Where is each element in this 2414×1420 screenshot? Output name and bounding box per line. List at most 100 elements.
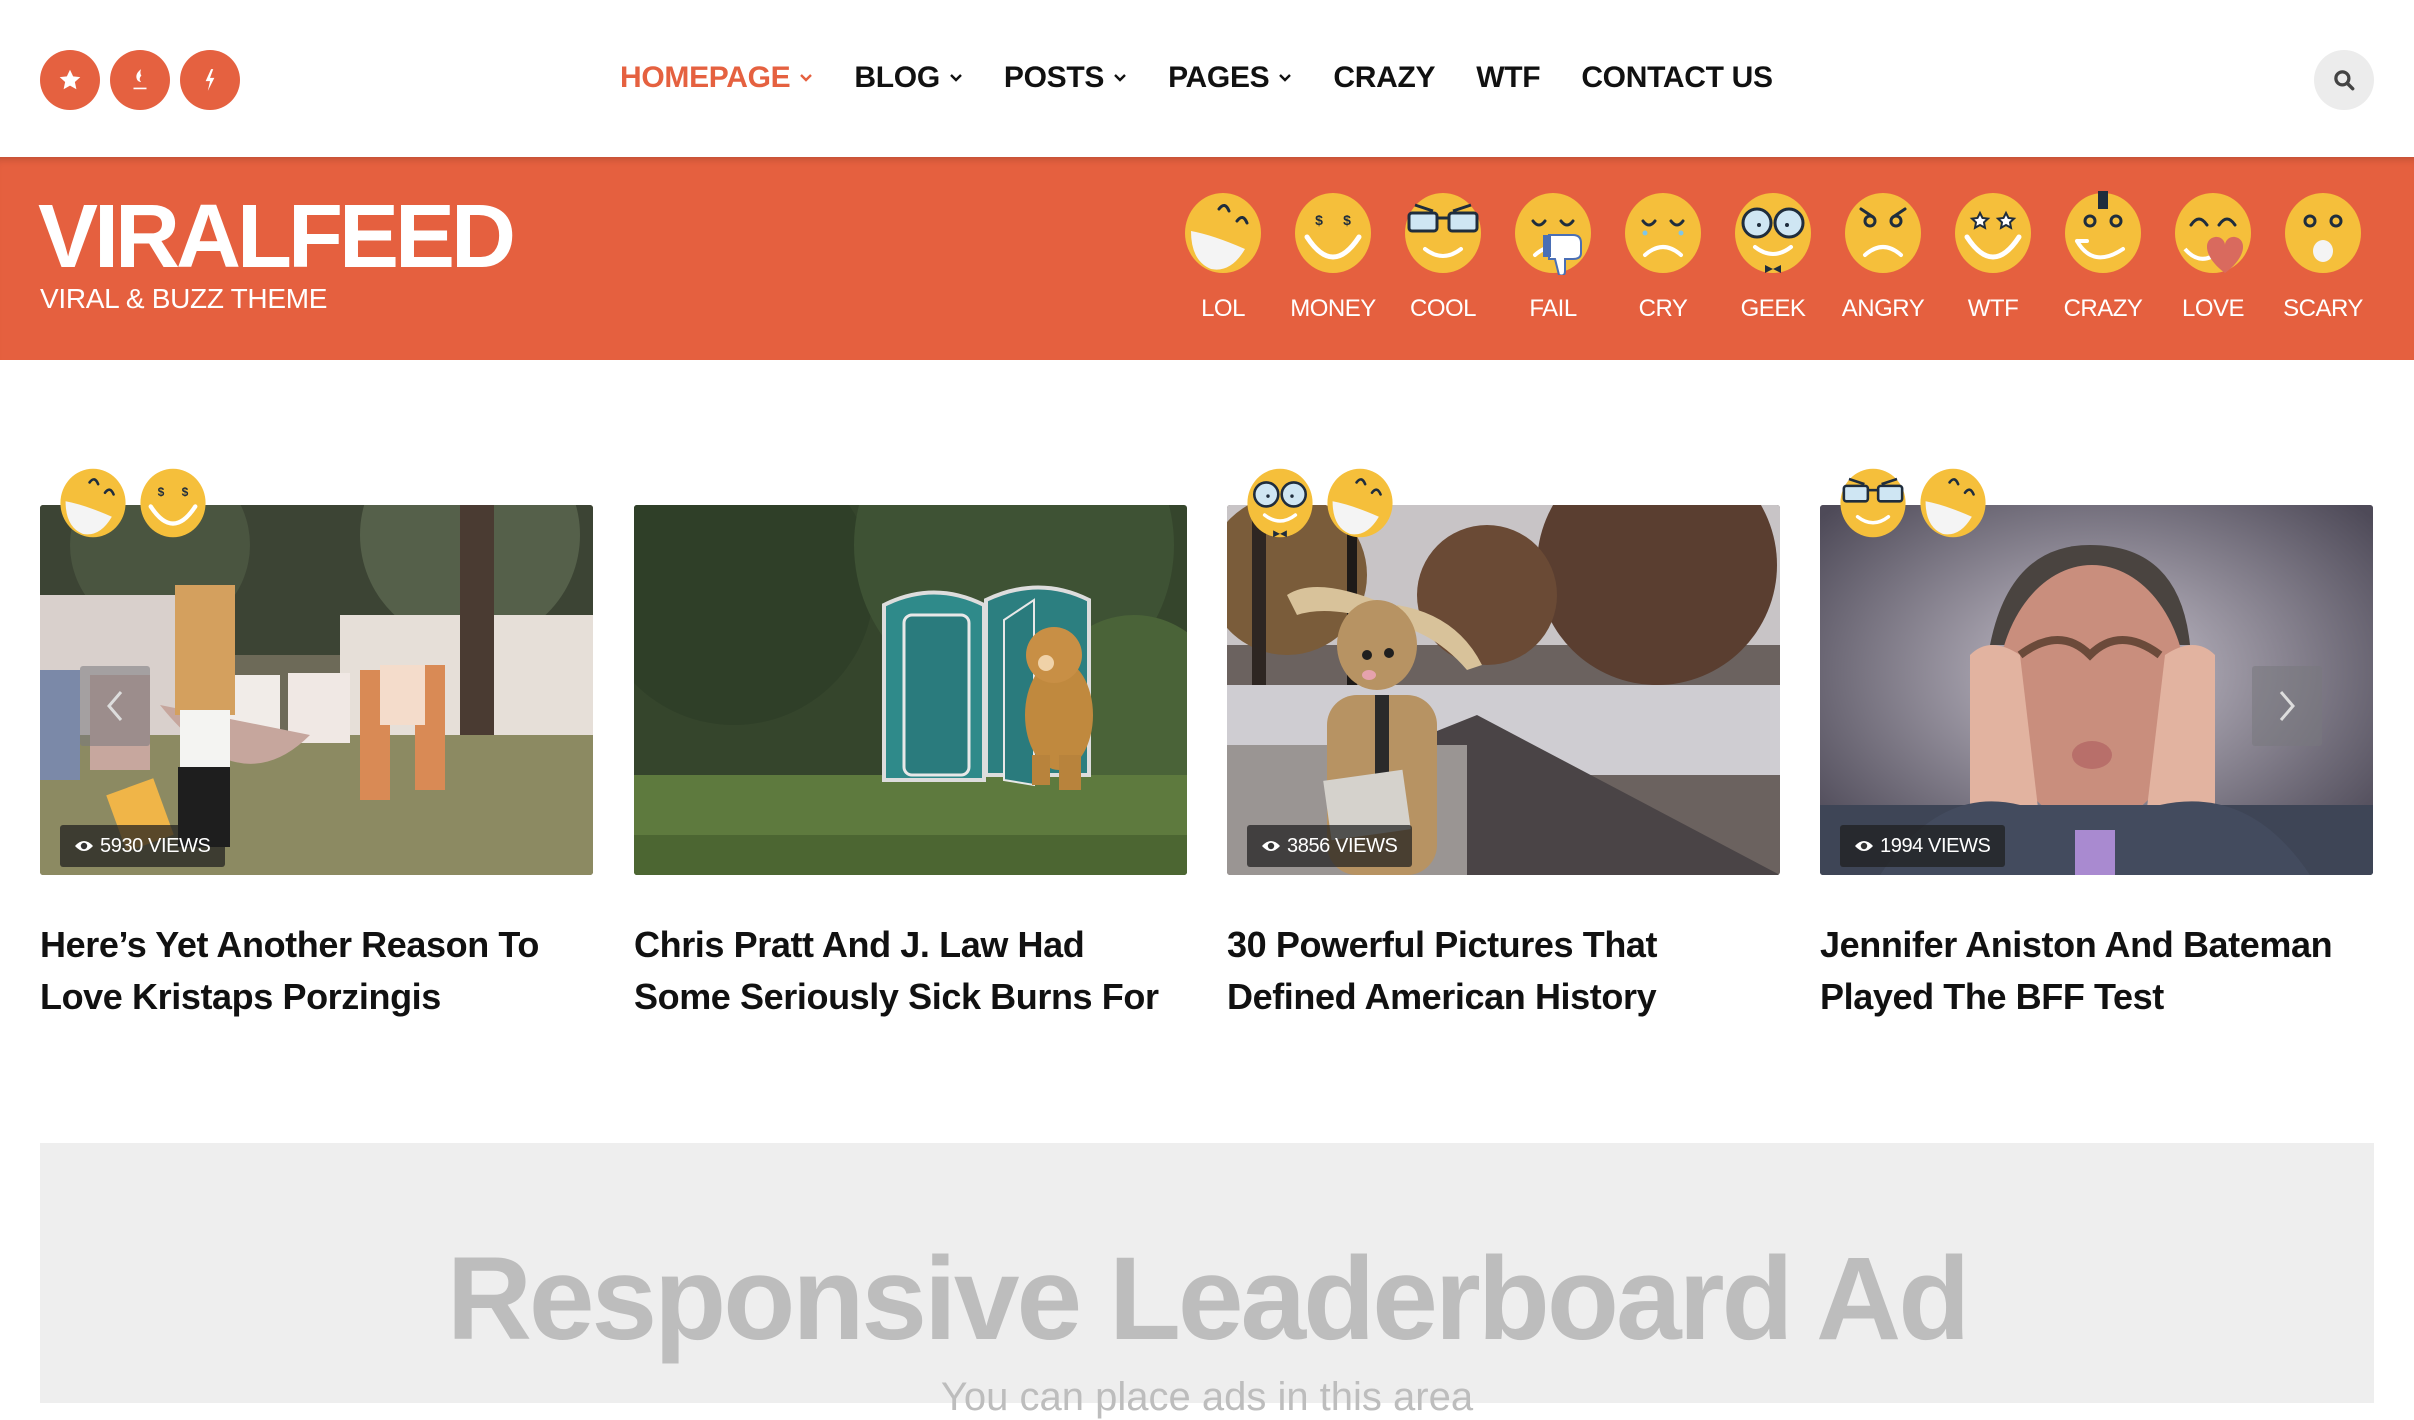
ad-title: Responsive Leaderboard Ad [446, 1233, 1971, 1365]
reaction-label: GEEK [1740, 295, 1806, 322]
ad-subtitle: You can place ads in this area [940, 1375, 1474, 1419]
crazy-face-icon [2065, 191, 2141, 273]
cry-face-icon [1625, 193, 1701, 273]
carousel-prev-button[interactable] [80, 666, 150, 746]
post-card: 1994 VIEWS Jennifer Aniston And Bateman P… [1820, 468, 2373, 1023]
nav-item-posts[interactable]: POSTS [1004, 61, 1127, 95]
search-button[interactable] [2314, 50, 2374, 110]
nav-item-homepage[interactable]: HOMEPAGE [620, 61, 813, 95]
post-image [1227, 505, 1780, 875]
reaction-menu: LOL $ $ MONEY COOL FAIL CRY GEEK ANGRY WTF CRAZY LO… [1168, 191, 2378, 323]
social-button-lightning[interactable] [180, 50, 240, 110]
views-count: 3856 VIEWS [1287, 834, 1398, 857]
lol-face-icon [1185, 193, 1261, 273]
reaction-label: FAIL [1529, 295, 1577, 322]
angry-face-icon [1845, 193, 1921, 273]
eye-icon [75, 841, 93, 851]
reaction-geek[interactable]: GEEK [1718, 191, 1828, 323]
views-count: 5930 VIEWS [100, 834, 211, 857]
money-face-icon: $ $ [1295, 193, 1371, 273]
leaderboard-ad[interactable]: Responsive Leaderboard Ad You can place … [40, 1143, 2374, 1419]
geek-face-icon [1247, 468, 1313, 538]
chevron-right-icon [2279, 691, 2295, 721]
svg-text:$: $ [182, 485, 189, 499]
views-badge: 1994 VIEWS [1840, 825, 2005, 867]
reaction-label: LOL [1201, 295, 1245, 322]
reaction-label: COOL [1409, 295, 1477, 322]
reaction-label: ANGRY [1841, 295, 1925, 322]
social-button-star[interactable] [40, 50, 100, 110]
love-face-icon [2175, 193, 2251, 273]
main-nav: HOMEPAGE BLOG POSTS PAGES CRAZY WTF CONTACT US [620, 56, 1814, 100]
reaction-label: CRAZY [2063, 295, 2143, 322]
reaction-badges [1245, 467, 1405, 539]
site-tagline: VIRAL & BUZZ THEME [40, 283, 328, 314]
flame-icon [133, 69, 147, 90]
nav-item-blog[interactable]: BLOG [854, 61, 962, 95]
post-title[interactable]: 30 Powerful Pictures That Defined Americ… [1227, 919, 1780, 1023]
nav-label: POSTS [1003, 61, 1105, 94]
nav-label: CONTACT US [1581, 61, 1773, 94]
reaction-cool[interactable]: COOL [1388, 191, 1498, 323]
chevron-down-icon [950, 74, 962, 82]
post-title[interactable]: Chris Pratt And J. Law Had Some Seriousl… [634, 919, 1187, 1023]
fail-face-icon [1515, 193, 1591, 275]
post-thumbnail[interactable]: 3856 VIEWS [1227, 505, 1780, 875]
search-icon [2334, 70, 2355, 91]
post-thumbnail[interactable] [634, 505, 1187, 875]
post-title[interactable]: Jennifer Aniston And Bateman Played The … [1820, 919, 2373, 1023]
post-thumbnail[interactable]: 1994 VIEWS [1820, 505, 2373, 875]
svg-text:$: $ [158, 485, 165, 499]
nav-label: PAGES [1168, 61, 1270, 94]
scary-face-icon [2285, 193, 2361, 273]
reaction-money[interactable]: $ $ MONEY [1278, 191, 1388, 323]
post-title[interactable]: Here’s Yet Another Reason To Love Krista… [40, 919, 593, 1023]
views-count: 1994 VIEWS [1880, 834, 1991, 857]
reaction-fail[interactable]: FAIL [1498, 191, 1608, 323]
money-face-icon: $ $ [140, 468, 206, 538]
nav-item-pages[interactable]: PAGES [1168, 61, 1292, 95]
wtf-face-icon [1955, 193, 2031, 273]
post-card: Chris Pratt And J. Law Had Some Seriousl… [634, 505, 1187, 1023]
nav-label: CRAZY [1333, 61, 1436, 94]
reaction-wtf[interactable]: WTF [1938, 191, 2048, 323]
reaction-love[interactable]: LOVE [2158, 191, 2268, 323]
site-logo[interactable]: VIRALFEED [38, 192, 516, 282]
chevron-left-icon [107, 691, 123, 721]
reaction-angry[interactable]: ANGRY [1828, 191, 1938, 323]
cool-face-icon [1840, 468, 1906, 538]
brand-band: VIRALFEED VIRAL & BUZZ THEME LOL $ $ MONEY C… [0, 157, 2414, 360]
chevron-down-icon [1279, 74, 1292, 82]
star-icon [59, 69, 81, 90]
reaction-label: WTF [1967, 295, 2019, 322]
carousel-next-button[interactable] [2252, 666, 2322, 746]
lol-face-icon [1920, 468, 1986, 538]
post-image [634, 505, 1187, 875]
reaction-scary[interactable]: SCARY [2268, 191, 2378, 323]
reaction-lol[interactable]: LOL [1168, 191, 1278, 323]
views-badge: 3856 VIEWS [1247, 825, 1412, 867]
reaction-label: SCARY [2283, 295, 2363, 322]
reaction-label: CRY [1638, 295, 1688, 322]
post-thumbnail[interactable]: 5930 VIEWS [40, 505, 593, 875]
svg-text:$: $ [1315, 212, 1323, 228]
lightning-icon [205, 69, 215, 91]
nav-item-crazy[interactable]: CRAZY [1333, 61, 1435, 95]
reaction-cry[interactable]: CRY [1608, 191, 1718, 323]
nav-label: WTF [1476, 61, 1541, 94]
post-card: 3856 VIEWS 30 Powerful Pictures That Defi… [1227, 468, 1780, 1023]
chevron-down-icon [800, 74, 813, 82]
reaction-label: LOVE [2181, 295, 2245, 322]
nav-label: BLOG [854, 61, 940, 94]
views-badge: 5930 VIEWS [60, 825, 225, 867]
reaction-crazy[interactable]: CRAZY [2048, 191, 2158, 323]
reaction-badges: $ $ [58, 467, 218, 539]
post-card: 5930 VIEWS $ $ Here’s Yet Another Reason To… [40, 468, 593, 1023]
reaction-label: MONEY [1290, 295, 1376, 322]
social-button-flame[interactable] [110, 50, 170, 110]
nav-item-contact-us[interactable]: CONTACT US [1581, 61, 1773, 95]
nav-item-wtf[interactable]: WTF [1476, 61, 1540, 95]
lol-face-icon [1327, 468, 1393, 538]
site-header: HOMEPAGE BLOG POSTS PAGES CRAZY WTF CONTACT US [0, 0, 2414, 157]
reaction-badges [1838, 467, 1998, 539]
